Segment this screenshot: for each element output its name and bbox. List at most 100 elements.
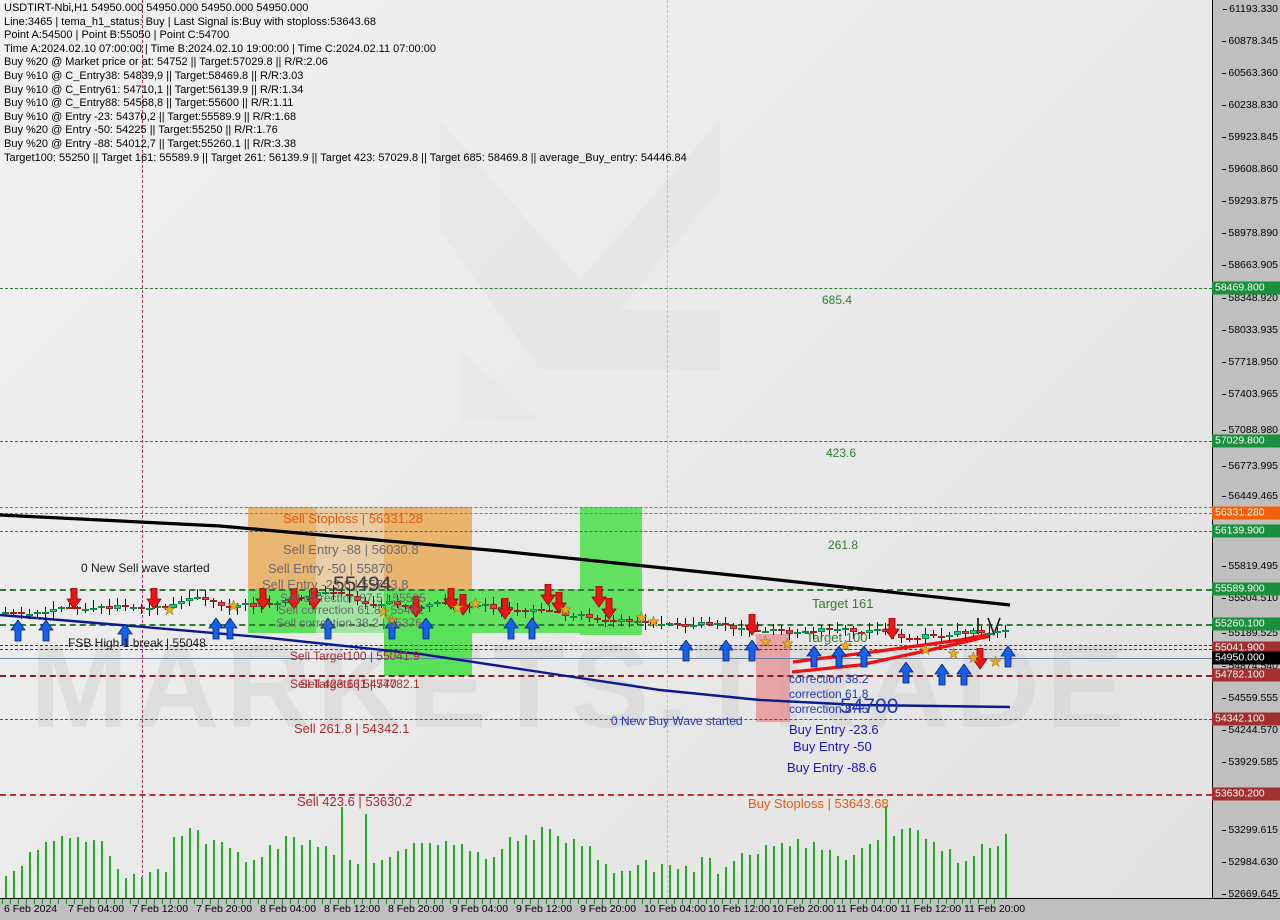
candle-body <box>90 607 97 610</box>
candle-body <box>98 606 105 609</box>
star-marker-icon <box>560 604 571 615</box>
volume-bar <box>901 828 903 898</box>
volume-bar <box>757 854 759 898</box>
volume-bar <box>509 837 511 898</box>
price-level-badge[interactable]: 56331.280 <box>1212 506 1280 520</box>
volume-bar <box>989 847 991 898</box>
volume-bar <box>45 841 47 898</box>
volume-bar <box>845 860 847 898</box>
price-level-badge[interactable]: 54950.000 <box>1212 651 1280 665</box>
volume-bar <box>621 870 623 898</box>
buy-signal-arrow <box>1000 646 1016 668</box>
price-level-badge[interactable]: 54342.100 <box>1212 712 1280 726</box>
volume-bar <box>61 835 63 898</box>
candle-body <box>874 629 881 632</box>
candle-body <box>714 623 721 626</box>
chart-info-line: Buy %20 @ Market price or at: 54752 || T… <box>4 56 328 69</box>
price-tick-label: 56773.995 <box>1222 460 1278 472</box>
watermark-text: MARKETS.TRADE <box>30 621 1131 753</box>
candle-body <box>602 619 609 622</box>
volume-bar <box>645 859 647 898</box>
chart-info-header: USDTIRT-Nbi,H1 54950.000 54950.000 54950… <box>4 2 687 165</box>
time-tick-label: 8 Feb 04:00 <box>260 903 317 915</box>
time-tick-mark <box>122 899 123 904</box>
volume-bar <box>349 860 351 898</box>
price-level-badge[interactable]: 55589.900 <box>1212 582 1280 596</box>
price-axis[interactable]: 61193.330 60878.345 60563.360 60238.830 5992… <box>1212 0 1280 900</box>
time-tick-mark <box>130 899 131 904</box>
star-marker-icon <box>782 638 793 649</box>
chart-plot-area[interactable]: MARKETS.TRADE Sell Stoploss | 56331.28 S… <box>0 0 1212 898</box>
time-tick-mark <box>378 899 379 904</box>
time-tick-mark <box>906 899 907 904</box>
candle-body <box>218 602 225 606</box>
chart-annotation-label: Sell Stoploss | 56331.28 <box>283 511 423 526</box>
price-level-line <box>0 531 1212 532</box>
star-marker-icon <box>948 648 959 659</box>
buy-signal-arrow <box>678 640 694 662</box>
volume-bar <box>461 844 463 898</box>
candle-body <box>210 600 217 603</box>
volume-bar <box>573 838 575 898</box>
volume-bar <box>629 870 631 898</box>
price-level-badge[interactable]: 54782.100 <box>1212 668 1280 682</box>
volume-bar <box>925 838 927 898</box>
time-tick-mark <box>842 899 843 904</box>
volume-bar <box>117 869 119 898</box>
candle-body <box>82 608 89 611</box>
time-tick-mark <box>890 899 891 904</box>
time-tick-mark <box>354 899 355 904</box>
sell-signal-arrow <box>884 618 900 640</box>
chart-annotation-label: Sell Target100 | 55041.9 <box>290 649 420 663</box>
time-tick-mark <box>762 899 763 904</box>
chart-annotation-label: correction 38.2 <box>789 672 869 686</box>
time-tick-mark <box>362 899 363 904</box>
buy-signal-arrow <box>10 620 26 642</box>
time-tick-mark <box>562 899 563 904</box>
price-tick-label: 57718.950 <box>1222 356 1278 368</box>
time-axis[interactable]: 6 Feb 2024 7 Feb 04:00 7 Feb 12:00 7 Feb 20… <box>0 898 1280 920</box>
price-tick-label: 58978.890 <box>1222 227 1278 239</box>
price-tick-label: 59608.860 <box>1222 163 1278 175</box>
chart-info-line: Buy %20 @ Entry -88: 54012,7 || Target:5… <box>4 137 297 150</box>
sell-signal-arrow <box>146 588 162 610</box>
time-tick-mark <box>482 899 483 904</box>
candle-body <box>666 623 673 626</box>
time-tick-label: 9 Feb 20:00 <box>580 903 637 915</box>
candle-body <box>762 630 769 633</box>
chart-annotation-label: 685.4 <box>822 293 853 307</box>
time-tick-mark <box>242 899 243 904</box>
chart-info-line: Buy %10 @ C_Entry38: 54839,9 || Target:5… <box>4 69 304 82</box>
time-tick-label: 10 Feb 20:00 <box>772 903 834 915</box>
time-tick-mark <box>18 899 19 904</box>
candle-body <box>978 630 985 633</box>
star-marker-icon <box>452 602 463 613</box>
volume-bar <box>157 869 159 898</box>
price-tick-label: 52984.630 <box>1222 856 1278 868</box>
time-tick-mark <box>970 899 971 904</box>
time-tick-label: 6 Feb 2024 <box>4 903 58 915</box>
sell-signal-arrow <box>497 598 513 620</box>
candle-body <box>962 631 969 634</box>
candle-body <box>530 608 537 613</box>
chart-annotation-label: 55494 <box>333 573 392 596</box>
time-tick-mark <box>282 899 283 904</box>
star-marker-icon <box>990 656 1001 667</box>
star-marker-icon <box>760 636 771 647</box>
price-level-badge[interactable]: 53630.200 <box>1212 787 1280 801</box>
volume-bar <box>741 852 743 898</box>
time-tick-mark <box>2 899 3 904</box>
volume-bar <box>453 844 455 898</box>
price-level-badge[interactable]: 55260.100 <box>1212 617 1280 631</box>
price-level-badge[interactable]: 56139.900 <box>1212 524 1280 538</box>
price-level-badge[interactable]: 57029.800 <box>1212 434 1280 448</box>
time-tick-mark <box>922 899 923 904</box>
time-tick-label: 10 Feb 12:00 <box>708 903 770 915</box>
price-tick-label: 54244.570 <box>1222 724 1278 736</box>
volume-bar <box>29 852 31 898</box>
price-level-badge[interactable]: 58469.800 <box>1212 281 1280 295</box>
time-tick-mark <box>642 899 643 904</box>
time-tick-label: 8 Feb 20:00 <box>388 903 445 915</box>
volume-bar <box>477 852 479 898</box>
time-tick-mark <box>634 899 635 904</box>
